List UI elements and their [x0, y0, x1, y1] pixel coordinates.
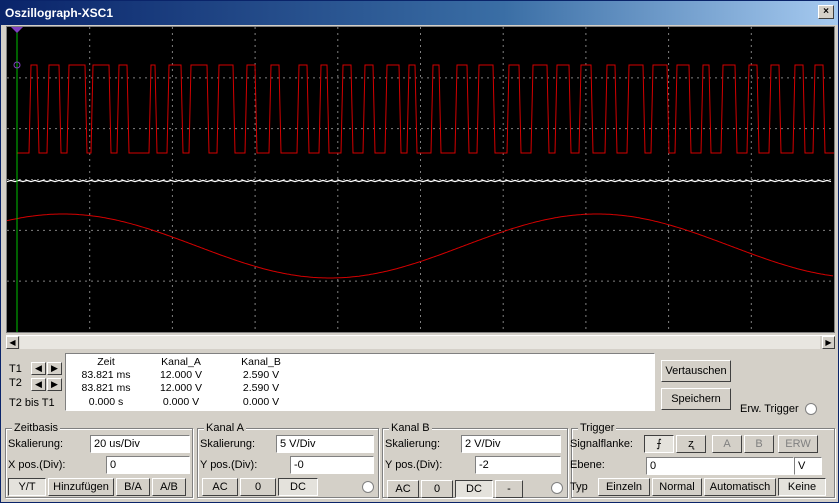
title-bar[interactable]: Oszillograph-XSC1 ×: [1, 1, 838, 25]
mode-yt-button[interactable]: Y/T: [8, 478, 46, 496]
t1-time: 83.821 ms: [81, 369, 131, 381]
channel-b-ypos-label: Y pos.(Div):: [385, 459, 443, 471]
delta-time: 0.000 s: [88, 396, 124, 408]
channel-b-dc-button[interactable]: DC: [455, 480, 493, 498]
ext-trigger-radio[interactable]: [805, 403, 817, 415]
timebase-xpos-field[interactable]: 0: [106, 456, 190, 474]
trigger-normal-button[interactable]: Normal: [652, 478, 702, 496]
channel-a-dc-button[interactable]: DC: [278, 478, 318, 496]
t1-left-arrow-icon[interactable]: ◀: [31, 362, 46, 375]
trigger-title: Trigger: [578, 422, 617, 434]
mode-ab-button[interactable]: A/B: [152, 478, 186, 496]
channel-a-ac-button[interactable]: AC: [202, 478, 238, 496]
delta-channel-b: 0.000 V: [242, 396, 280, 408]
channel-b-scale-label: Skalierung:: [385, 438, 441, 450]
header-channel-a: Kanal_A: [161, 356, 201, 368]
edge-falling-icon[interactable]: ʐ: [676, 435, 706, 453]
t1-channel-b: 2.590 V: [242, 369, 280, 381]
edge-rising-icon[interactable]: ⨍: [644, 435, 674, 453]
channel-b-zero-button[interactable]: 0: [421, 480, 453, 498]
t2-minus-t1-label: T2 bis T1: [9, 397, 55, 409]
horizontal-scrollbar[interactable]: ◀ ▶: [6, 335, 835, 349]
timebase-group: Zeitbasis Skalierung: 20 us/Div X pos.(D…: [5, 422, 193, 498]
trigger-level-field[interactable]: 0: [646, 457, 794, 475]
t2-label: T2: [9, 377, 22, 389]
t2-channel-a: 12.000 V: [159, 382, 203, 394]
channel-a-scale-label: Skalierung:: [200, 438, 256, 450]
trigger-source-ext-button[interactable]: ERW: [778, 435, 818, 453]
scope-display[interactable]: [6, 26, 835, 333]
scroll-right-icon[interactable]: ▶: [822, 336, 835, 349]
trigger-source-a-button[interactable]: A: [712, 435, 742, 453]
scope-plot: [6, 27, 834, 332]
channel-a-group: Kanal A Skalierung: 5 V/Div Y pos.(Div):…: [197, 422, 379, 498]
trigger-group: Trigger Signalflanke: ⨍ ʐ A B ERW Ebene:…: [570, 422, 835, 498]
timebase-scale-field[interactable]: 20 us/Div: [90, 435, 190, 453]
t2-channel-b: 2.590 V: [242, 382, 280, 394]
grid: [7, 27, 834, 332]
channel-b-ac-button[interactable]: AC: [387, 480, 419, 498]
ext-trigger-label: Erw. Trigger: [740, 403, 799, 415]
trigger-type-label: Typ: [570, 481, 588, 493]
channel-a-zero-button[interactable]: 0: [240, 478, 276, 496]
channel-a-scale-field[interactable]: 5 V/Div: [276, 435, 374, 453]
channel-b-minus-button[interactable]: -: [495, 480, 523, 498]
mode-add-button[interactable]: Hinzufügen: [48, 478, 114, 496]
header-time: Zeit: [97, 356, 115, 368]
channel-b-radio[interactable]: [551, 482, 563, 494]
t1-right-arrow-icon[interactable]: ▶: [47, 362, 62, 375]
cursor-t1-handle[interactable]: [11, 27, 23, 33]
channel-b-ypos-field[interactable]: -2: [475, 456, 561, 474]
mode-ba-button[interactable]: B/A: [116, 478, 150, 496]
trace-baseline: [6, 179, 832, 183]
scroll-thumb[interactable]: [20, 336, 820, 349]
t1-channel-a: 12.000 V: [159, 369, 203, 381]
trigger-source-b-button[interactable]: B: [744, 435, 774, 453]
delta-channel-a: 0.000 V: [162, 396, 200, 408]
swap-button[interactable]: Vertauschen: [661, 360, 731, 382]
trigger-edge-label: Signalflanke:: [570, 438, 633, 450]
oscilloscope-window: Oszillograph-XSC1 × ◀ ▶ T1 T2 T2 bis T1 …: [0, 0, 839, 503]
channel-a-ypos-label: Y pos.(Div):: [200, 459, 258, 471]
channel-b-title: Kanal B: [389, 422, 432, 434]
close-button[interactable]: ×: [818, 5, 834, 19]
trigger-auto-button[interactable]: Automatisch: [704, 478, 776, 496]
t2-right-arrow-icon[interactable]: ▶: [47, 378, 62, 391]
timebase-xpos-label: X pos.(Div):: [8, 459, 66, 471]
trigger-level-unit[interactable]: V: [794, 457, 822, 475]
measurement-readout: Zeit Kanal_A Kanal_B 83.821 ms 12.000 V …: [65, 353, 655, 411]
t2-time: 83.821 ms: [81, 382, 131, 394]
timebase-scale-label: Skalierung:: [8, 438, 64, 450]
t1-label: T1: [9, 363, 22, 375]
t2-left-arrow-icon[interactable]: ◀: [31, 378, 46, 391]
channel-a-title: Kanal A: [204, 422, 246, 434]
trigger-single-button[interactable]: Einzeln: [598, 478, 650, 496]
window-title: Oszillograph-XSC1: [5, 6, 114, 20]
save-button[interactable]: Speichern: [661, 388, 731, 410]
scroll-left-icon[interactable]: ◀: [6, 336, 19, 349]
header-channel-b: Kanal_B: [241, 356, 281, 368]
channel-b-group: Kanal B Skalierung: 2 V/Div Y pos.(Div):…: [382, 422, 568, 498]
trigger-level-label: Ebene:: [570, 459, 605, 471]
timebase-title: Zeitbasis: [12, 422, 61, 434]
channel-b-scale-field[interactable]: 2 V/Div: [461, 435, 561, 453]
channel-a-radio[interactable]: [362, 481, 374, 493]
channel-a-ypos-field[interactable]: -0: [290, 456, 374, 474]
trigger-none-button[interactable]: Keine: [778, 478, 826, 496]
